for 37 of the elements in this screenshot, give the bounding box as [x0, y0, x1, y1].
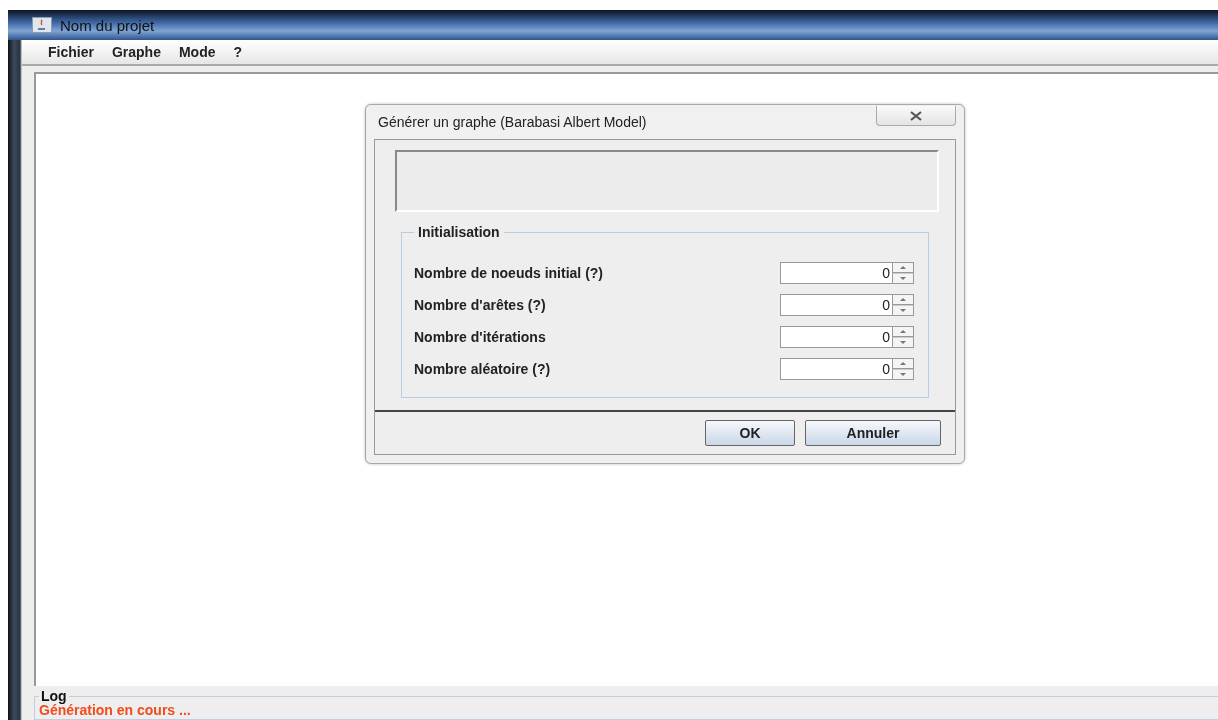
increment-button[interactable]: [892, 358, 914, 369]
field-label: Nombre d'itérations: [414, 329, 546, 345]
number-field[interactable]: 0: [780, 262, 892, 284]
increment-button[interactable]: [892, 262, 914, 273]
menu-item[interactable]: Graphe: [111, 44, 161, 60]
decrement-button[interactable]: [892, 337, 914, 348]
up-arrow-icon: [900, 330, 906, 333]
up-arrow-icon: [900, 266, 906, 269]
increment-button[interactable]: [892, 294, 914, 305]
group-title: Initialisation: [417, 224, 501, 240]
down-arrow-icon: [900, 309, 906, 312]
dialog-title: Générer un graphe (Barabasi Albert Model): [378, 114, 647, 130]
field-label: Nombre de noeuds initial (?): [414, 265, 603, 281]
number-field[interactable]: 0: [780, 294, 892, 316]
field-label: Nombre aléatoire (?): [414, 361, 551, 377]
up-arrow-icon: [900, 298, 906, 301]
up-arrow-icon: [900, 362, 906, 365]
cancel-button[interactable]: Annuler: [805, 420, 941, 446]
field-label: Nombre d'arêtes (?): [414, 297, 546, 313]
ok-button[interactable]: OK: [705, 420, 795, 446]
close-icon: [909, 110, 923, 121]
number-field[interactable]: 0: [780, 326, 892, 348]
down-arrow-icon: [900, 373, 906, 376]
decrement-button[interactable]: [892, 305, 914, 316]
decrement-button[interactable]: [892, 273, 914, 284]
close-button[interactable]: [876, 106, 956, 126]
number-field[interactable]: 0: [780, 358, 892, 380]
down-arrow-icon: [900, 341, 906, 344]
decrement-button[interactable]: [892, 369, 914, 380]
menu-item[interactable]: ?: [233, 44, 243, 60]
log-title: Log: [41, 688, 67, 704]
increment-button[interactable]: [892, 326, 914, 337]
log-message: Génération en cours ...: [39, 702, 192, 718]
menu-item[interactable]: Mode: [178, 44, 216, 60]
menu-item[interactable]: Fichier: [48, 44, 94, 60]
down-arrow-icon: [900, 277, 906, 280]
window-title: Nom du projet: [60, 16, 155, 34]
